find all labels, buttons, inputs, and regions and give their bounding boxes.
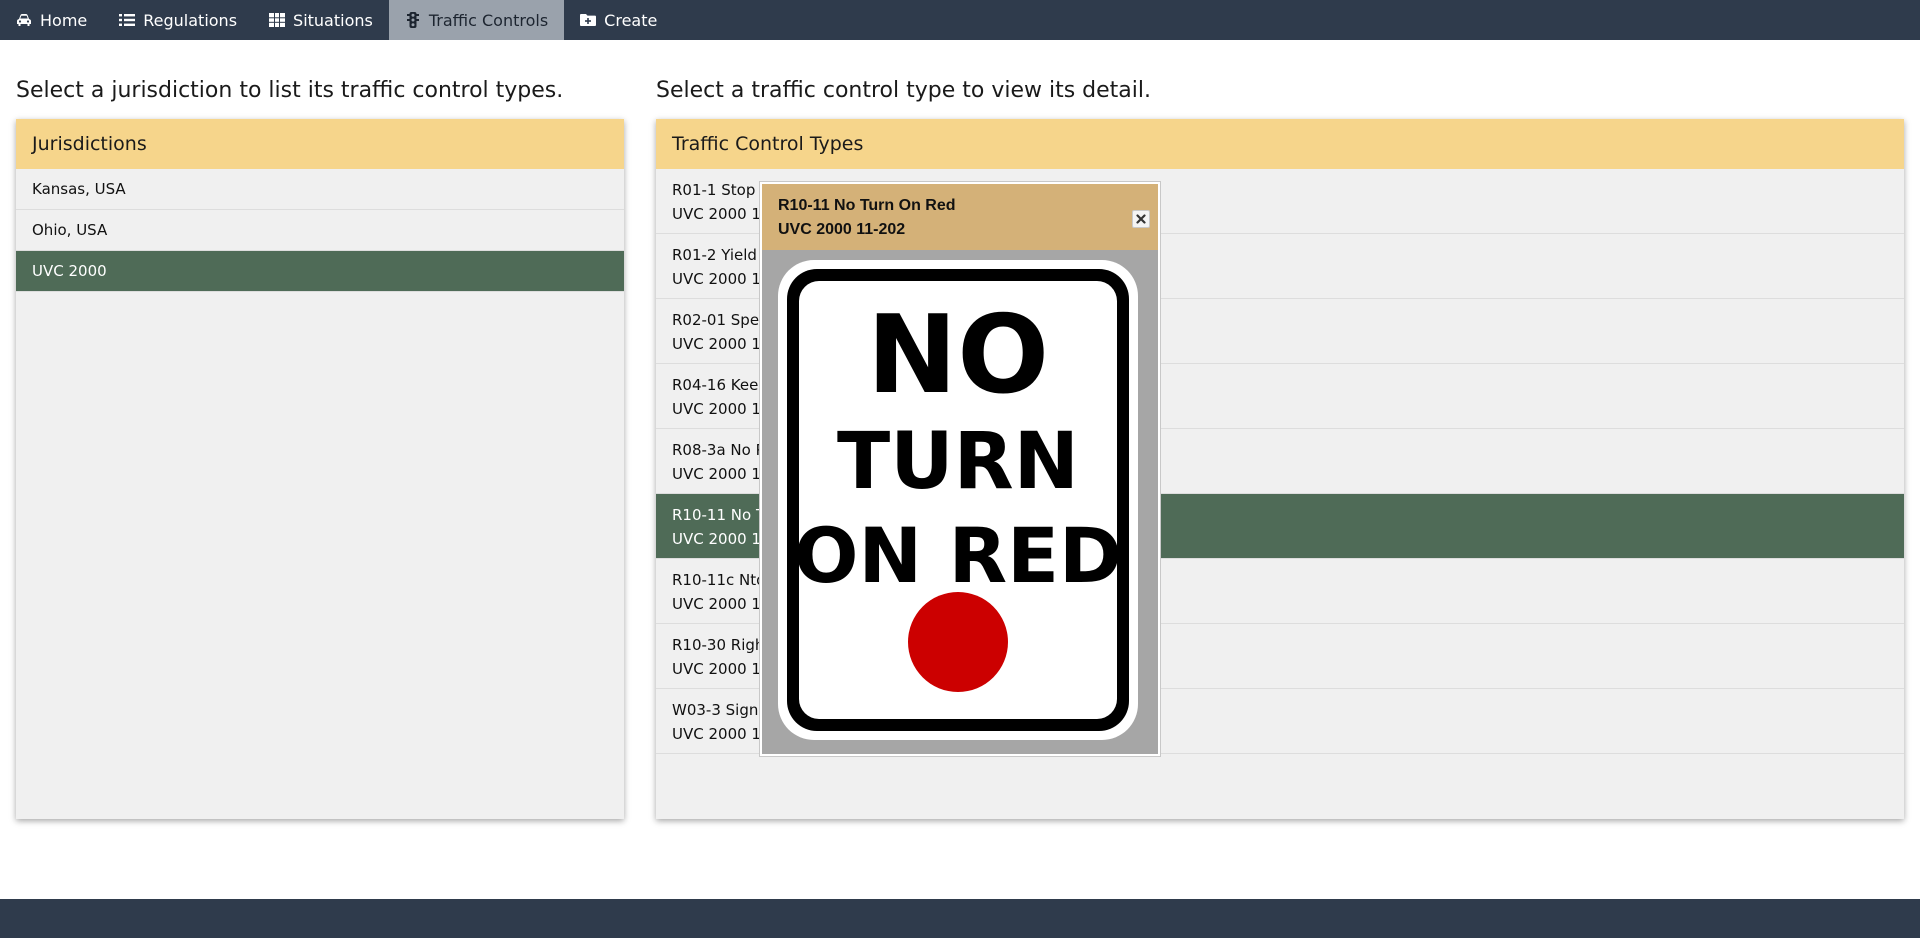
popup-title: R10-11 No Turn On Red [778,197,956,214]
popup-header: R10-11 No Turn On Red UVC 2000 11-202 [762,184,1158,250]
jurisdictions-panel: Jurisdictions Kansas, USA Ohio, USA UVC … [16,119,624,819]
nav-home[interactable]: Home [0,0,103,40]
nav-situations[interactable]: Situations [253,0,389,40]
jurisdiction-instructions: Select a jurisdiction to list its traffi… [16,78,564,103]
traffic-control-detail-popup: R10-11 No Turn On Red UVC 2000 11-202 NO… [760,182,1160,756]
jurisdiction-item-kansas[interactable]: Kansas, USA [16,169,624,210]
sign-text-turn: TURN [837,417,1079,507]
sign-text-on-red: ON RED [794,511,1122,600]
car-icon [16,12,32,28]
top-navbar: Home Regulations Situations Traffic Cont… [0,0,1920,40]
nav-create-label: Create [604,10,658,30]
traffic-light-icon [405,12,421,28]
grid-icon [269,12,286,28]
traffic-control-instructions: Select a traffic control type to view it… [656,78,1151,103]
close-icon [1136,214,1146,224]
nav-traffic-controls[interactable]: Traffic Controls [388,0,565,40]
traffic-control-types-panel-title: Traffic Control Types [656,119,1904,169]
footer-bar [0,899,1920,938]
nav-regulations-label: Regulations [143,10,238,30]
nav-home-label: Home [40,10,88,30]
folder-plus-icon [580,12,597,28]
list-icon [119,12,136,28]
nav-traffic-controls-label: Traffic Controls [428,10,549,30]
no-turn-on-red-sign: NO TURN ON RED [778,260,1138,740]
nav-create[interactable]: Create [564,0,673,40]
nav-regulations[interactable]: Regulations [103,0,253,40]
jurisdiction-item-uvc-2000[interactable]: UVC 2000 [16,251,624,292]
nav-situations-label: Situations [293,10,373,30]
popup-subtitle: UVC 2000 11-202 [778,221,906,238]
jurisdiction-item-ohio[interactable]: Ohio, USA [16,210,624,251]
jurisdictions-panel-title: Jurisdictions [16,119,624,169]
sign-text-no: NO [867,293,1049,418]
close-button[interactable] [1132,210,1150,228]
red-light-circle [908,592,1008,692]
